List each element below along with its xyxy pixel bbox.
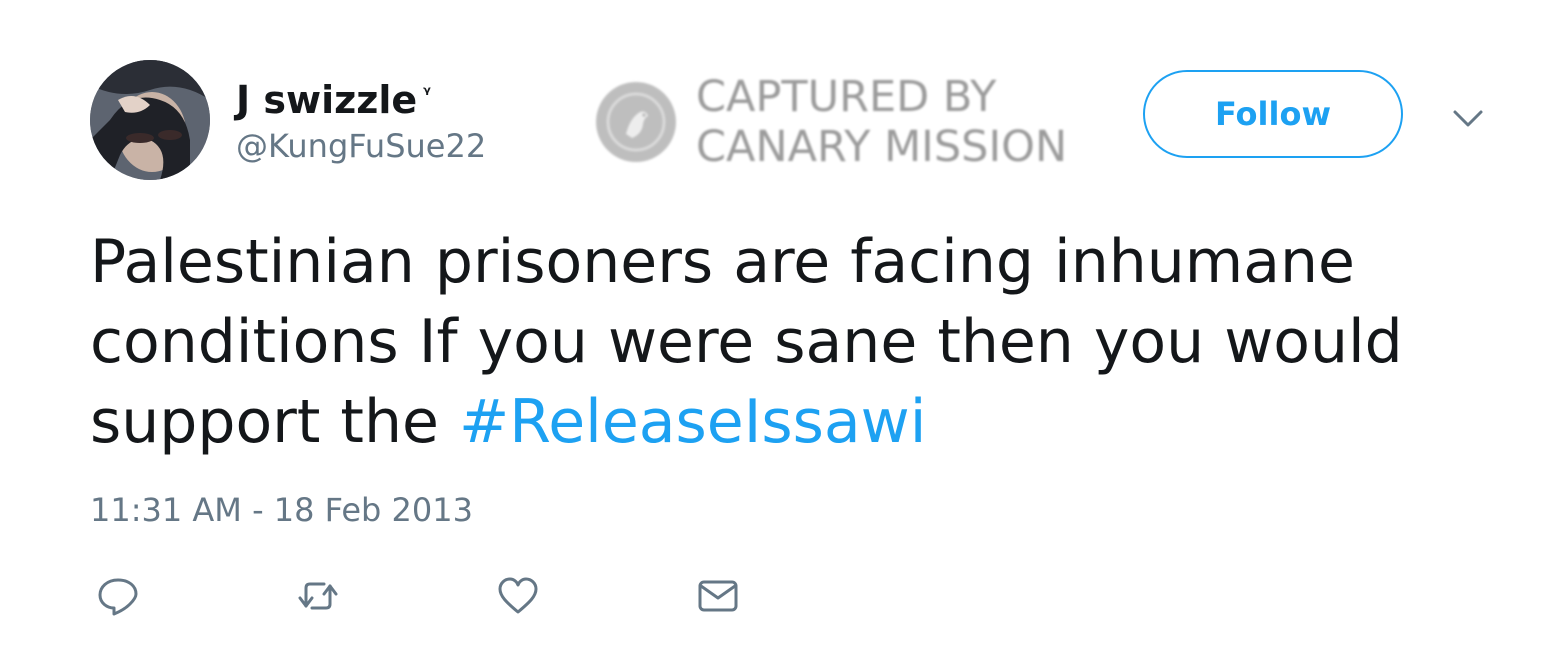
- watermark-text: CAPTURED BY CANARY MISSION: [696, 72, 1067, 172]
- tweet-text-line-3: support the #ReleaseIssawi: [90, 382, 1480, 462]
- user-avatar[interactable]: [90, 60, 210, 180]
- canary-mission-watermark: CAPTURED BY CANARY MISSION: [596, 70, 1116, 180]
- follow-button[interactable]: Follow: [1143, 70, 1403, 158]
- envelope-icon[interactable]: [696, 574, 740, 618]
- tweet-timestamp[interactable]: 11:31 AM - 18 Feb 2013: [90, 488, 473, 532]
- retweet-icon[interactable]: [296, 574, 340, 618]
- canary-bird-icon: [596, 82, 676, 162]
- tweet-text: Palestinian prisoners are facing inhuman…: [90, 222, 1480, 462]
- tweet-text-line-3-prefix: support the: [90, 387, 459, 457]
- watermark-line-1: CAPTURED BY: [696, 72, 997, 122]
- chevron-down-icon[interactable]: [1448, 104, 1488, 134]
- name-badge: ᵞ: [423, 83, 431, 104]
- tweet-text-line-1: Palestinian prisoners are facing inhuman…: [90, 227, 1355, 297]
- avatar-photo-icon: [90, 60, 210, 180]
- watermark-line-2: CANARY MISSION: [696, 122, 1068, 172]
- hashtag-link[interactable]: #ReleaseIssawi: [459, 387, 926, 457]
- reply-icon[interactable]: [96, 574, 140, 618]
- tweet-text-line-2: conditions If you were sane then you wou…: [90, 307, 1403, 377]
- author-handle[interactable]: @KungFuSue22: [236, 124, 486, 168]
- heart-icon[interactable]: [496, 574, 540, 618]
- display-name-text: J swizzle: [236, 78, 418, 122]
- author-display-name[interactable]: J swizzle ᵞ: [236, 68, 431, 126]
